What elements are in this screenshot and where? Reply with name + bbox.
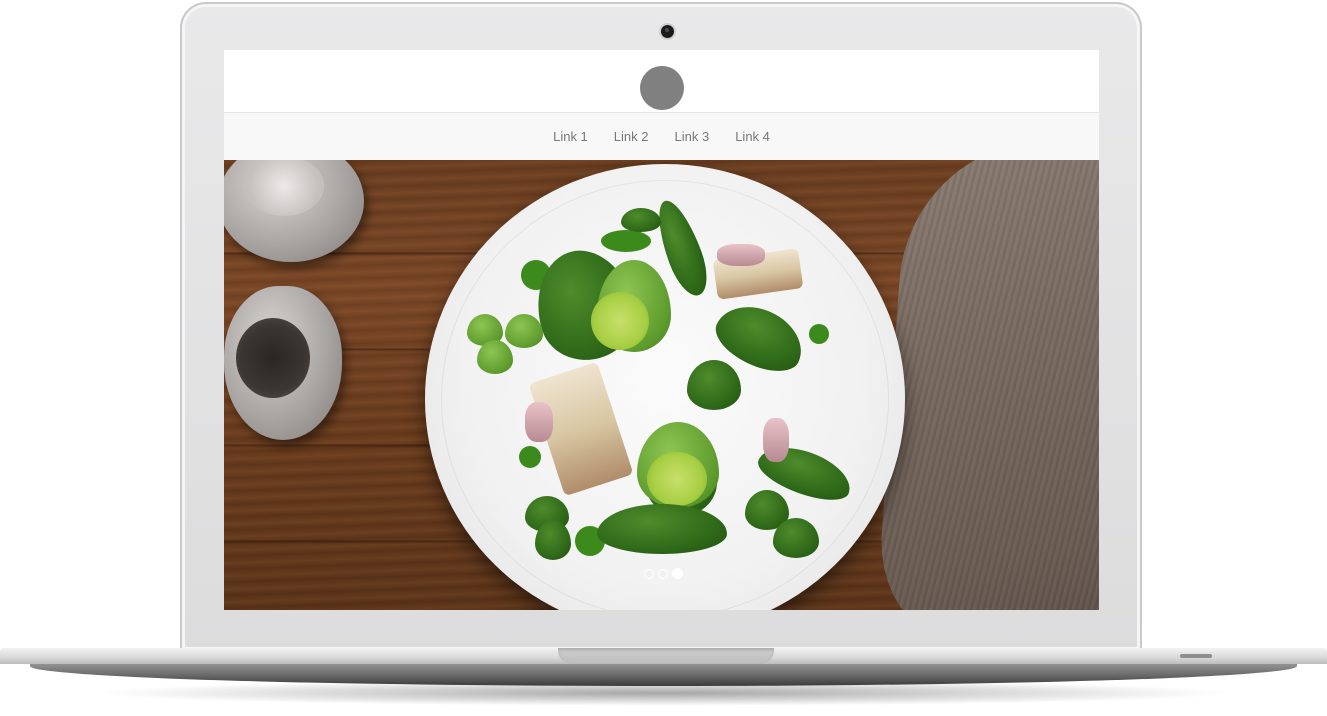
carousel-indicator-2[interactable] — [658, 568, 668, 579]
laptop-notch — [558, 648, 774, 664]
carousel-indicators — [644, 568, 683, 579]
carousel-indicator-3[interactable] — [672, 568, 683, 579]
laptop-screen: Link 1 Link 2 Link 3 Link 4 — [224, 50, 1099, 610]
nav-link-2[interactable]: Link 2 — [602, 113, 661, 160]
napkin-image — [874, 160, 1099, 610]
nav-link-4[interactable]: Link 4 — [723, 113, 782, 160]
carousel-slide-image — [224, 160, 1099, 610]
logo-bar — [224, 50, 1099, 112]
navbar: Link 1 Link 2 Link 3 Link 4 — [224, 112, 1099, 161]
nav-link-1[interactable]: Link 1 — [541, 113, 600, 160]
nav-link-3[interactable]: Link 3 — [663, 113, 722, 160]
carousel-indicator-1[interactable] — [644, 568, 654, 579]
circle-logo-icon[interactable] — [640, 66, 684, 110]
plate-image — [425, 164, 905, 610]
pepper-bowl-image — [224, 286, 342, 440]
webcam-icon — [661, 25, 674, 38]
salt-bowl-image — [224, 160, 364, 262]
laptop-indicator-light — [1180, 654, 1212, 658]
